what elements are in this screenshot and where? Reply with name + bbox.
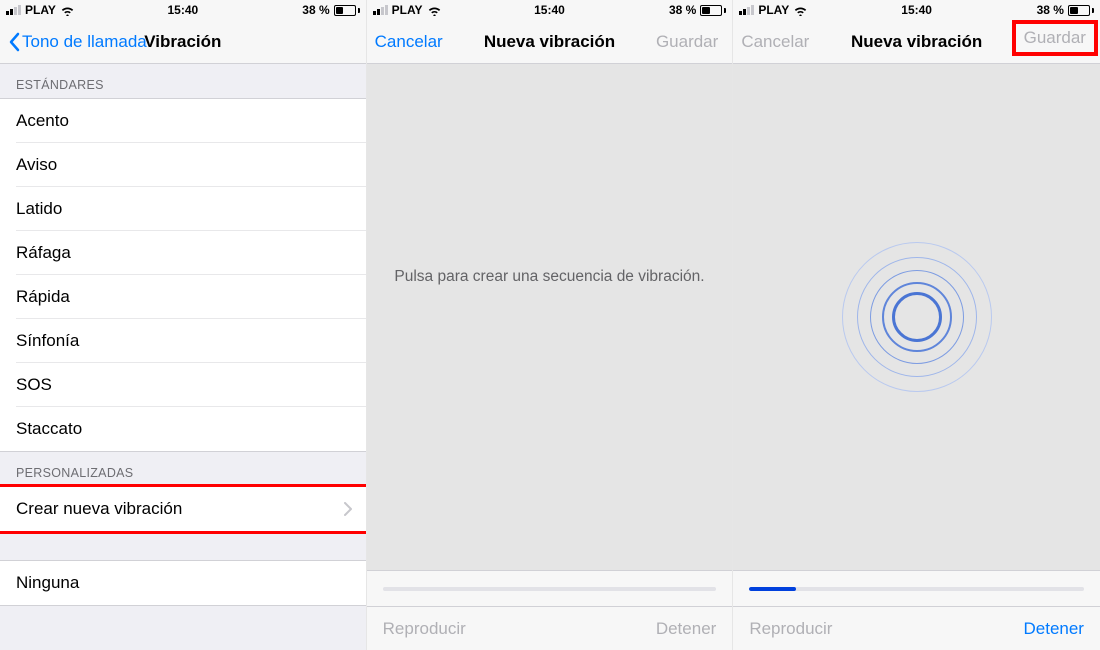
play-button: Reproducir	[749, 619, 832, 639]
carrier-label: PLAY	[25, 3, 56, 17]
nav-title: Nueva vibración	[484, 32, 615, 52]
nav-back-label: Tono de llamada	[22, 32, 147, 52]
section-header-custom: PERSONALIZADAS	[0, 452, 366, 486]
progress-bar	[733, 570, 1100, 606]
save-button-highlight[interactable]: Guardar	[1016, 24, 1094, 52]
battery-percent: 38 %	[1037, 3, 1064, 17]
nav-bar: Tono de llamada Vibración	[0, 20, 366, 64]
status-right: 38 %	[302, 3, 359, 17]
standard-group: Acento Aviso Latido Ráfaga Rápida Sínfon…	[0, 98, 366, 452]
battery-percent: 38 %	[302, 3, 329, 17]
nav-title: Nueva vibración	[851, 32, 982, 52]
play-button: Reproducir	[383, 619, 466, 639]
stop-button: Detener	[656, 619, 716, 639]
signal-bars-icon	[739, 5, 754, 15]
list-item[interactable]: Ráfaga	[0, 231, 366, 275]
carrier-label: PLAY	[392, 3, 423, 17]
save-button: Guardar	[656, 32, 718, 52]
phone-screen-vibration-list: PLAY 15:40 38 % Tono de llamada	[0, 0, 367, 650]
list-item[interactable]: Acento	[0, 99, 366, 143]
status-bar: PLAY 15:40 38 %	[367, 0, 733, 20]
playback-toolbar: Reproducir Detener	[733, 606, 1100, 650]
battery-percent: 38 %	[669, 3, 696, 17]
progress-bar	[367, 570, 733, 606]
list-item[interactable]: Rápida	[0, 275, 366, 319]
playback-toolbar: Reproducir Detener	[367, 606, 733, 650]
wifi-icon	[427, 5, 442, 16]
status-bar: PLAY 15:40 38 %	[733, 0, 1100, 20]
battery-icon	[334, 5, 360, 16]
tap-canvas[interactable]: Pulsa para crear una secuencia de vibrac…	[367, 64, 733, 570]
nav-bar: Cancelar Nueva vibración Guardar	[733, 20, 1100, 64]
chevron-left-icon	[8, 32, 20, 52]
tap-canvas[interactable]	[733, 64, 1100, 570]
cancel-button: Cancelar	[741, 32, 809, 52]
settings-list: ESTÁNDARES Acento Aviso Latido Ráfaga Rá…	[0, 64, 366, 650]
signal-bars-icon	[373, 5, 388, 15]
wifi-icon	[60, 5, 75, 16]
none-group: Ninguna	[0, 560, 366, 606]
create-vibration-label: Crear nueva vibración	[16, 499, 182, 519]
create-vibration-cell[interactable]: Crear nueva vibración	[0, 486, 366, 532]
nav-bar: Cancelar Nueva vibración Guardar	[367, 20, 733, 64]
status-time: 15:40	[901, 3, 932, 17]
carrier-label: PLAY	[758, 3, 789, 17]
stop-button[interactable]: Detener	[1023, 619, 1083, 639]
list-item[interactable]: SOS	[0, 363, 366, 407]
phone-screen-new-vibration-active: PLAY 15:40 38 % Cancelar Nueva vibración…	[733, 0, 1100, 650]
status-bar: PLAY 15:40 38 %	[0, 0, 366, 20]
battery-icon	[700, 5, 726, 16]
list-item[interactable]: Aviso	[0, 143, 366, 187]
cancel-button[interactable]: Cancelar	[375, 32, 443, 52]
list-item[interactable]: Sínfonía	[0, 319, 366, 363]
save-button: Guardar	[1024, 28, 1086, 48]
signal-bars-icon	[6, 5, 21, 15]
tap-ripple-icon	[832, 232, 1002, 402]
list-item[interactable]: Latido	[0, 187, 366, 231]
battery-icon	[1068, 5, 1094, 16]
phone-screen-new-vibration-empty: PLAY 15:40 38 % Cancelar Nueva vibración…	[367, 0, 734, 650]
status-left: PLAY	[6, 3, 75, 17]
nav-title: Vibración	[144, 32, 221, 52]
chevron-right-icon	[344, 502, 352, 516]
status-time: 15:40	[167, 3, 198, 17]
wifi-icon	[793, 5, 808, 16]
status-time: 15:40	[534, 3, 565, 17]
list-item-none[interactable]: Ninguna	[0, 561, 366, 605]
nav-back[interactable]: Tono de llamada	[8, 20, 147, 64]
tap-prompt: Pulsa para crear una secuencia de vibrac…	[374, 268, 724, 286]
section-header-standard: ESTÁNDARES	[0, 64, 366, 98]
list-item[interactable]: Staccato	[0, 407, 366, 451]
